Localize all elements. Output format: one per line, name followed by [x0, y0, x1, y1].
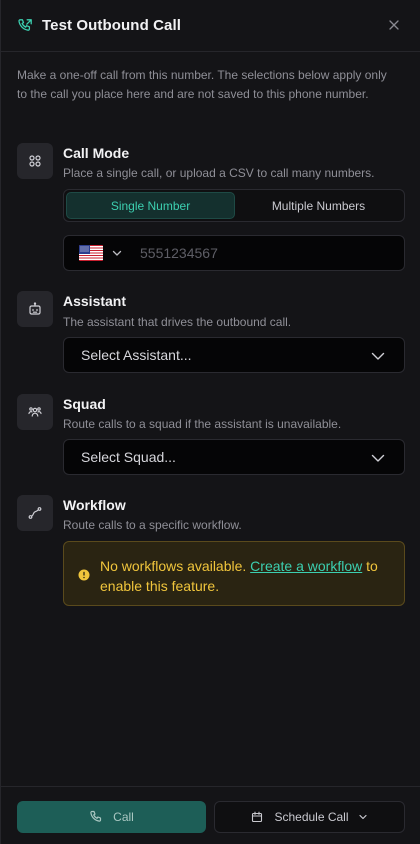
grid-icon	[17, 143, 53, 179]
chevron-down-icon	[371, 349, 385, 363]
no-workflows-alert: No workflows available. Create a workflo…	[63, 541, 405, 606]
chevron-down-icon	[371, 451, 385, 465]
single-number-option[interactable]: Single Number	[66, 192, 235, 219]
test-outbound-call-panel: Test Outbound Call Make a one-off call f…	[0, 0, 420, 844]
workflow-description: Route calls to a specific workflow.	[63, 518, 242, 532]
panel-header: Test Outbound Call	[1, 0, 420, 52]
phone-number-input-group	[63, 235, 405, 271]
call-button[interactable]: Call	[17, 801, 206, 833]
create-workflow-link[interactable]: Create a workflow	[250, 558, 362, 574]
alert-message: No workflows available. Create a workflo…	[100, 556, 404, 596]
squad-select[interactable]: Select Squad...	[63, 439, 405, 475]
intro-text: Make a one-off call from this number. Th…	[17, 68, 387, 101]
panel-footer: Call Schedule Call	[1, 786, 420, 844]
assistant-select-value: Select Assistant...	[81, 347, 192, 363]
multiple-numbers-option[interactable]: Multiple Numbers	[235, 192, 402, 219]
call-mode-description: Place a single call, or upload a CSV to …	[63, 166, 375, 180]
workflow-icon	[17, 495, 53, 531]
squad-select-value: Select Squad...	[81, 449, 176, 465]
call-mode-toggle: Single Number Multiple Numbers	[63, 189, 405, 222]
calendar-icon	[251, 811, 263, 823]
us-flag-icon	[79, 245, 103, 261]
assistant-title: Assistant	[63, 293, 127, 309]
country-selector[interactable]	[64, 245, 132, 261]
squad-title: Squad	[63, 396, 106, 412]
users-icon	[17, 394, 53, 430]
bot-icon	[17, 291, 53, 327]
close-icon[interactable]	[387, 18, 401, 32]
schedule-call-button[interactable]: Schedule Call	[214, 801, 405, 833]
call-mode-title: Call Mode	[63, 145, 130, 161]
panel-title: Test Outbound Call	[42, 17, 182, 34]
phone-outgoing-icon	[17, 18, 33, 34]
phone-number-field[interactable]	[132, 236, 404, 270]
chevron-down-icon	[111, 247, 123, 259]
workflow-title: Workflow	[63, 497, 126, 513]
warning-circle-icon	[78, 568, 90, 581]
schedule-call-label: Schedule Call	[274, 810, 349, 824]
chevron-down-icon	[358, 812, 368, 822]
assistant-description: The assistant that drives the outbound c…	[63, 315, 292, 329]
phone-icon	[89, 810, 103, 824]
alert-text: No workflows available.	[100, 558, 251, 574]
squad-description: Route calls to a squad if the assistant …	[63, 417, 342, 431]
call-button-label: Call	[113, 810, 134, 824]
assistant-select[interactable]: Select Assistant...	[63, 337, 405, 373]
